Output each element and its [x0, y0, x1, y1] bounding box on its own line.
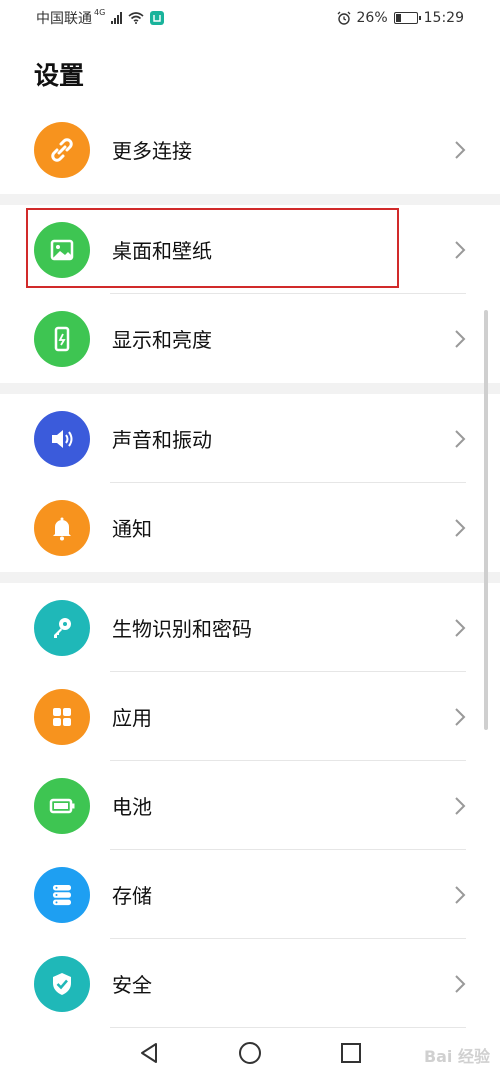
- chevron-right-icon: [455, 329, 466, 348]
- image-icon: [34, 221, 90, 278]
- settings-item-label: 应用: [112, 706, 152, 730]
- settings-item-biometrics-password[interactable]: 生物识别和密码: [0, 583, 500, 672]
- group-display: 桌面和壁纸 显示和亮度: [0, 205, 500, 383]
- chevron-right-icon: [455, 429, 466, 448]
- settings-item-label: 声音和振动: [112, 428, 212, 452]
- apps-grid-icon: [34, 688, 90, 745]
- settings-item-apps[interactable]: 应用: [0, 672, 500, 761]
- chevron-right-icon: [455, 240, 466, 259]
- settings-item-label: 显示和亮度: [112, 328, 212, 352]
- phone-brightness-icon: [34, 310, 90, 367]
- key-icon: [34, 599, 90, 656]
- chevron-right-icon: [455, 796, 466, 815]
- chevron-right-icon: [455, 618, 466, 637]
- scrollbar[interactable]: [484, 310, 488, 730]
- settings-item-label: 生物识别和密码: [112, 617, 252, 641]
- status-right: 26% 15:29: [337, 10, 464, 26]
- settings-item-display-brightness[interactable]: 显示和亮度: [0, 294, 500, 383]
- status-left: 中国联通 4G: [36, 7, 165, 28]
- chevron-right-icon: [455, 707, 466, 726]
- back-icon[interactable]: [138, 1042, 160, 1064]
- chevron-right-icon: [455, 974, 466, 993]
- settings-item-label: 桌面和壁纸: [112, 239, 212, 263]
- clock-time: 15:29: [423, 10, 464, 26]
- settings-item-security[interactable]: 安全: [0, 939, 500, 1028]
- section-gap: [0, 572, 500, 583]
- settings-item-notifications[interactable]: 通知: [0, 483, 500, 572]
- group-system: 生物识别和密码 应用 电池 存储 安全: [0, 583, 500, 1028]
- recents-icon[interactable]: [340, 1042, 362, 1064]
- settings-item-sound-vibration[interactable]: 声音和振动: [0, 394, 500, 483]
- shield-check-icon: [34, 955, 90, 1012]
- settings-item-label: 存储: [112, 884, 152, 908]
- storage-icon: [34, 866, 90, 923]
- settings-item-home-wallpaper[interactable]: 桌面和壁纸: [0, 205, 500, 294]
- wifi-icon: [128, 12, 144, 24]
- chevron-right-icon: [455, 518, 466, 537]
- status-bar: 中国联通 4G 26% 15:29: [0, 0, 500, 36]
- battery-status-icon: [393, 12, 421, 24]
- group-connectivity: 更多连接: [0, 105, 500, 194]
- section-gap: [0, 383, 500, 394]
- settings-item-label: 安全: [112, 973, 152, 997]
- battery-icon: [34, 777, 90, 834]
- network-type: 4G: [94, 7, 106, 17]
- volume-icon: [34, 410, 90, 467]
- home-icon[interactable]: [238, 1041, 262, 1065]
- bell-icon: [34, 499, 90, 556]
- page-title: 设置: [34, 61, 85, 90]
- carrier-name: 中国联通: [36, 11, 92, 27]
- settings-item-storage[interactable]: 存储: [0, 850, 500, 939]
- group-sound-notify: 声音和振动 通知: [0, 394, 500, 572]
- settings-item-label: 通知: [112, 517, 152, 541]
- section-gap: [0, 194, 500, 205]
- battery-percent: 26%: [356, 10, 388, 26]
- notification-app-icon: [150, 11, 165, 25]
- link-icon: [34, 121, 90, 178]
- chevron-right-icon: [455, 140, 466, 159]
- watermark: Bai 经验: [423, 1047, 490, 1066]
- chevron-right-icon: [455, 885, 466, 904]
- signal-icon: [111, 12, 123, 24]
- settings-item-label: 电池: [112, 795, 152, 819]
- settings-item-label: 更多连接: [112, 139, 192, 163]
- alarm-icon: [337, 11, 350, 25]
- settings-item-battery[interactable]: 电池: [0, 761, 500, 850]
- settings-item-more-connections[interactable]: 更多连接: [0, 105, 500, 194]
